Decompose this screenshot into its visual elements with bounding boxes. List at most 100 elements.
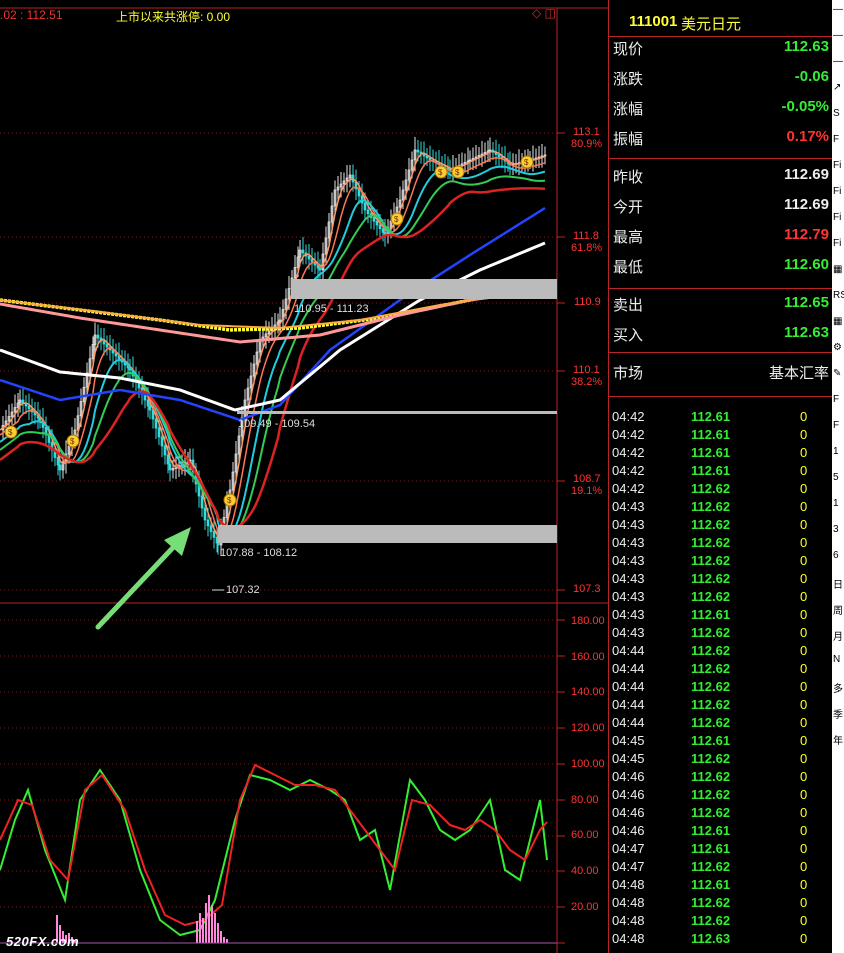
- tick-volume: 0: [800, 841, 808, 856]
- axis-pct-80-9: 80.9%: [571, 138, 603, 150]
- side-tool-icon[interactable]: ⚙: [833, 342, 844, 353]
- tick-price: 112.63: [691, 931, 731, 946]
- tick-volume: 0: [800, 823, 808, 838]
- tick-row: 04:43 112.61 0: [609, 606, 833, 624]
- tick-time: 04:46: [612, 823, 645, 838]
- side-tool-icon[interactable]: Fi: [833, 212, 844, 223]
- side-tool-icon[interactable]: F: [833, 394, 844, 405]
- quote-value: 112.69: [783, 196, 829, 213]
- tick-volume: 0: [800, 859, 808, 874]
- k-line: [0, 768, 548, 937]
- tick-volume: 0: [800, 463, 808, 478]
- chart-window-icons[interactable]: ◇ ◫: [532, 6, 556, 20]
- candle-body: [216, 542, 220, 546]
- tick-price: 112.62: [691, 625, 731, 640]
- tick-time: 04:42: [612, 445, 645, 460]
- ind-axis-20: 20.00: [571, 901, 599, 913]
- side-tool-icon[interactable]: ▦: [833, 264, 844, 275]
- tick-price: 112.62: [691, 715, 731, 730]
- ma-line: [0, 165, 546, 537]
- quote-row: 买入 112.63: [609, 318, 833, 348]
- chart-top-bar: .02 : 112.51 上市以来共涨停: 0.00 ◇ ◫: [0, 6, 560, 26]
- coin-glyph: $: [394, 215, 399, 224]
- quote-row: 涨跌 -0.06: [609, 62, 833, 92]
- tick-row: 04:47 112.61 0: [609, 840, 833, 858]
- side-tool-icon[interactable]: F: [833, 420, 844, 431]
- tick-row: 04:48 112.63 0: [609, 930, 833, 948]
- tick-price: 112.62: [691, 913, 731, 928]
- tick-price: 112.62: [691, 661, 731, 676]
- tick-volume: 0: [800, 931, 808, 946]
- quote-value: 112.63: [783, 38, 829, 55]
- side-tool-icon[interactable]: F: [833, 134, 844, 145]
- side-tool-icon[interactable]: ↗: [833, 82, 844, 93]
- quote-value: 112.60: [783, 256, 829, 273]
- tick-time: 04:43: [612, 571, 645, 586]
- tick-time: 04:47: [612, 859, 645, 874]
- tick-row: 04:48 112.62 0: [609, 912, 833, 930]
- histogram-bar: [214, 913, 216, 943]
- tick-price: 112.61: [691, 823, 731, 838]
- tick-volume: 0: [800, 427, 808, 442]
- side-tool-icon[interactable]: ▦: [833, 316, 844, 327]
- side-tool-icon[interactable]: 1: [833, 498, 844, 509]
- side-tool-icon[interactable]: RS: [833, 290, 844, 301]
- side-tool-icon[interactable]: 日: [833, 576, 844, 591]
- side-tool-icon[interactable]: Fi: [833, 238, 844, 249]
- candle-body: [307, 255, 311, 260]
- quote-panel: 111001 美元日元 现价 112.63 涨跌 -0.06 涨幅 -0.05% 振幅 0.1…: [608, 0, 833, 953]
- side-tool-icon[interactable]: 月: [833, 628, 844, 643]
- side-tool-icon[interactable]: 多: [833, 680, 844, 695]
- tick-price: 112.62: [691, 589, 731, 604]
- ma-line: [0, 187, 546, 530]
- side-tool-icon[interactable]: 1: [833, 446, 844, 457]
- side-tool-icon[interactable]: —: [833, 4, 844, 15]
- tick-price: 112.61: [691, 427, 731, 442]
- side-tool-icon[interactable]: S: [833, 108, 844, 119]
- mid-band-label: 109.49 - 109.54: [238, 418, 316, 430]
- tick-price: 112.62: [691, 895, 731, 910]
- candle-body: [58, 464, 62, 471]
- tick-row: 04:44 112.62 0: [609, 678, 833, 696]
- quote-label: 昨收: [613, 169, 644, 186]
- side-tool-icon[interactable]: 周: [833, 602, 844, 617]
- quote-row: 今开 112.69: [609, 190, 833, 220]
- tick-list[interactable]: 04:42 112.61 0 04:42 112.61 0 04:42 112.61 0 04:4…: [609, 408, 833, 948]
- side-tool-icon[interactable]: Fi: [833, 186, 844, 197]
- side-tool-icon[interactable]: 5: [833, 472, 844, 483]
- tick-price: 112.61: [691, 877, 731, 892]
- side-tool-icon[interactable]: ✎: [833, 368, 844, 379]
- side-toolbar[interactable]: — — — ↗ S F Fi Fi Fi Fi ▦ RS ▦ ⚙ ✎ F F 1 5 1 3 6 日周月 N 多季年: [832, 0, 844, 953]
- ma-line: [0, 175, 546, 533]
- chart-area[interactable]: $ $ $ $ $ $ $ .02 : 112.51 上市以来共涨停: 0.00 ◇ ◫ 1…: [0, 0, 608, 953]
- histogram-bar: [217, 923, 219, 943]
- histogram-bar: [202, 918, 204, 943]
- tick-row: 04:44 112.62 0: [609, 642, 833, 660]
- tick-volume: 0: [800, 895, 808, 910]
- tick-volume: 0: [800, 571, 808, 586]
- quote-label: 涨幅: [613, 101, 644, 118]
- tick-row: 04:42 112.61 0: [609, 426, 833, 444]
- tick-row: 04:43 112.62 0: [609, 588, 833, 606]
- side-tool-icon[interactable]: —: [833, 30, 844, 41]
- side-tool-icon[interactable]: Fi: [833, 160, 844, 171]
- tick-volume: 0: [800, 607, 808, 622]
- tick-volume: 0: [800, 769, 808, 784]
- tick-time: 04:45: [612, 751, 645, 766]
- side-tool-icon[interactable]: 季: [833, 706, 844, 721]
- kdj-indicator: [0, 763, 557, 944]
- side-tool-icon[interactable]: 年: [833, 732, 844, 747]
- candle-body: [168, 463, 172, 471]
- quote-value: -0.06: [794, 68, 829, 85]
- side-tool-icon[interactable]: 6: [833, 550, 844, 561]
- price-chart[interactable]: $ $ $ $ $ $ $: [0, 0, 608, 953]
- side-tool-icon[interactable]: N: [833, 654, 844, 665]
- side-tool-icon[interactable]: —: [833, 56, 844, 67]
- coin-glyph: $: [455, 168, 460, 177]
- top-price-fragment: .02 : 112.51: [0, 8, 63, 22]
- tick-price: 112.62: [691, 643, 731, 658]
- upper-price-band: [291, 279, 557, 299]
- candle-body: [96, 334, 100, 339]
- side-tool-icon[interactable]: 3: [833, 524, 844, 535]
- quote-label: 涨跌: [613, 71, 644, 88]
